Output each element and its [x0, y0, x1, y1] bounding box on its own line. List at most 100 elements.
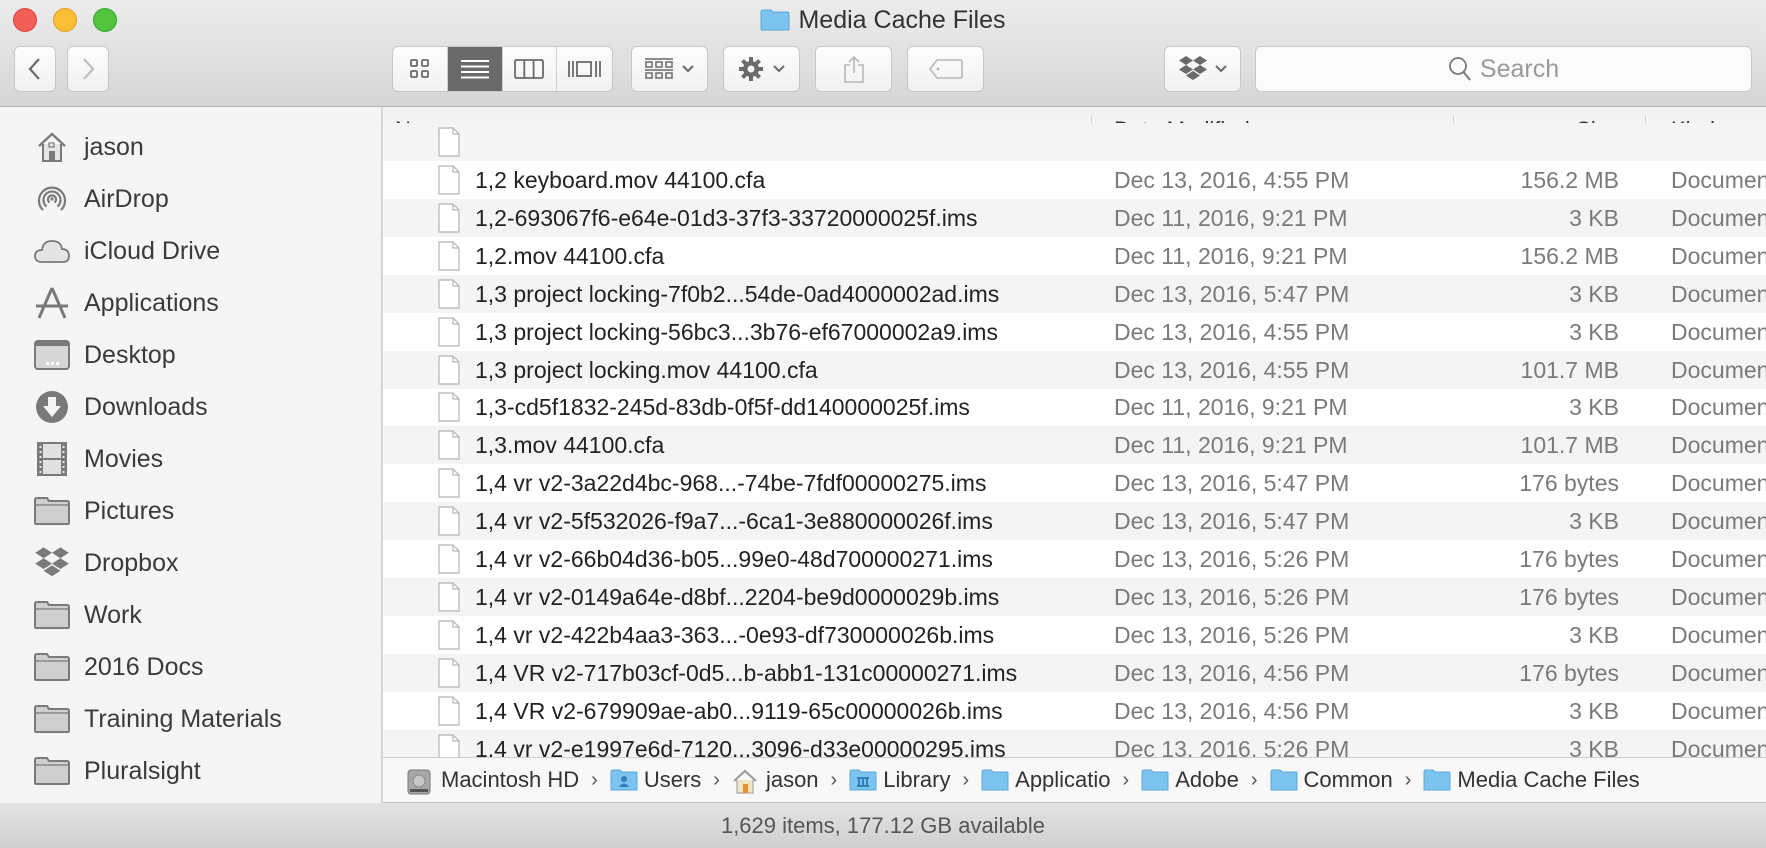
sidebar-item-pluralsight[interactable]: Pluralsight	[34, 751, 201, 791]
folder-icon	[1423, 769, 1451, 791]
path-crumb-jason[interactable]: jason	[732, 767, 819, 794]
table-row[interactable]: 1,3.mov 44100.cfa Dec 11, 2016, 9:21 PM 10…	[383, 426, 1766, 465]
path-crumb-label: Macintosh HD	[441, 767, 580, 792]
back-button[interactable]	[14, 46, 56, 92]
sidebar-item-desktop[interactable]: Desktop	[34, 335, 176, 375]
sidebar-item-applications[interactable]: Applications	[34, 283, 219, 323]
forward-button[interactable]	[67, 46, 109, 92]
dropbox-icon	[34, 545, 70, 581]
sidebar-item-label: Downloads	[84, 392, 208, 421]
path-crumb-macintosh-hd[interactable]: Macintosh HD	[407, 767, 580, 795]
table-row[interactable]: 1,2.mov 44100.cfa Dec 11, 2016, 9:21 PM 15…	[383, 237, 1766, 275]
chevron-down-icon	[681, 65, 694, 73]
file-size: 176 bytes	[1519, 470, 1619, 497]
column-view-button[interactable]	[503, 47, 558, 91]
sidebar-item-2016-docs[interactable]: 2016 Docs	[34, 647, 204, 687]
path-crumb-label: Users	[643, 767, 702, 792]
home-icon	[732, 769, 758, 794]
chevron-right-icon	[83, 58, 95, 80]
sidebar-item-dropbox[interactable]: Dropbox	[34, 543, 179, 583]
file-kind: Documen	[1671, 621, 1766, 648]
dropbox-menu-button[interactable]	[1164, 46, 1241, 92]
list-view-button[interactable]	[447, 47, 503, 91]
file-name: 1,3 project locking-56bc3...3b76-ef67000…	[475, 318, 998, 345]
folder-icon	[1270, 769, 1297, 791]
file-kind: Documen	[1671, 280, 1766, 307]
table-row[interactable]: 1,4 vr v2-5f532026-f9a7...-6ca1-3e880000…	[383, 502, 1766, 541]
table-row[interactable]: 1,3 project locking-56bc3...3b76-ef67000…	[383, 313, 1766, 351]
share-button[interactable]	[815, 46, 892, 92]
column-view-icon	[514, 59, 545, 79]
path-crumb-media-cache-files[interactable]: Media Cache Files	[1423, 767, 1640, 793]
table-row[interactable]: 1,2-693067f6-e64e-01d3-37f3-33720000025f…	[383, 198, 1766, 237]
path-crumb-label: Library	[883, 767, 951, 792]
chevron-left-icon	[28, 58, 40, 80]
folder-icon	[34, 597, 70, 633]
sidebar-item-icloud-drive[interactable]: iCloud Drive	[34, 231, 220, 271]
path-separator: ›	[1404, 768, 1412, 791]
folder-icon	[981, 769, 1009, 791]
path-crumb-applicatio[interactable]: Applicatio	[981, 767, 1111, 793]
table-row[interactable]: 1,4 vr v2-0149a64e-d8bf...2204-be9d00000…	[383, 577, 1766, 616]
users-folder-icon	[610, 769, 638, 791]
file-size: 156.2 MB	[1520, 167, 1619, 193]
tag-button[interactable]	[907, 46, 984, 92]
file-kind: Documen	[1671, 394, 1766, 421]
search-field[interactable]: Search	[1255, 46, 1752, 92]
file-kind: Documen	[1671, 508, 1766, 535]
file-name: 1,3 project locking-7f0b2...54de-0ad4000…	[475, 280, 1000, 307]
sidebar-item-label: Pluralsight	[84, 756, 201, 785]
document-icon	[438, 279, 460, 309]
file-size: 3 KB	[1569, 394, 1619, 421]
icon-view-button[interactable]	[393, 47, 448, 91]
arrange-button[interactable]	[631, 46, 708, 92]
path-crumb-common[interactable]: Common	[1270, 767, 1393, 793]
table-row[interactable]: 1,4 vr v2-3a22d4bc-968...-74be-7fdf00000…	[383, 464, 1766, 502]
path-separator: ›	[1250, 768, 1258, 791]
file-date-modified: Dec 13, 2016, 5:26 PM	[1114, 583, 1350, 610]
gear-icon	[738, 57, 763, 81]
sidebar-item-label: Dropbox	[84, 548, 179, 577]
table-row[interactable]: 1,2 keyboard.mov 44100.cfa Dec 13, 2016, …	[383, 161, 1766, 199]
path-crumb-users[interactable]: Users	[610, 767, 701, 793]
sidebar-item-movies[interactable]: Movies	[34, 439, 163, 479]
table-row-partial[interactable]	[383, 123, 1766, 161]
sidebar-item-work[interactable]: Work	[34, 595, 142, 635]
sidebar-item-training-materials[interactable]: Training Materials	[34, 699, 282, 739]
table-row[interactable]: 1,4 VR v2-717b03cf-0d5...b-abb1-131c0000…	[383, 653, 1766, 692]
document-icon	[438, 241, 460, 271]
sidebar-item-jason[interactable]: jason	[34, 127, 144, 167]
folder-icon	[760, 9, 790, 31]
document-icon	[438, 733, 460, 757]
document-icon	[438, 620, 460, 650]
path-crumb-label: Media Cache Files	[1457, 767, 1640, 792]
cover-flow-button[interactable]	[557, 47, 612, 91]
sidebar-item-label: 2016 Docs	[84, 652, 204, 681]
path-crumb-adobe[interactable]: Adobe	[1141, 767, 1239, 793]
path-separator: ›	[962, 768, 970, 791]
table-row[interactable]: 1,3-cd5f1832-245d-83db-0f5f-dd140000025f…	[383, 388, 1766, 426]
sidebar-item-airdrop[interactable]: AirDrop	[34, 179, 169, 219]
file-kind: Documen	[1671, 470, 1766, 497]
table-row[interactable]: 1,3 project locking-7f0b2...54de-0ad4000…	[383, 274, 1766, 313]
file-name: 1,4 vr v2-66b04d36-b05...99e0-48d7000002…	[475, 546, 993, 572]
home-icon	[34, 129, 70, 165]
table-row[interactable]: 1,4 VR v2-679909ae-ab0...9119-65c0000002…	[383, 692, 1766, 730]
file-date-modified: Dec 11, 2016, 9:21 PM	[1114, 432, 1348, 459]
file-date-modified: Dec 13, 2016, 4:55 PM	[1114, 356, 1350, 383]
table-row[interactable]: 1,4 vr v2-422b4aa3-363...-0e93-df7300000…	[383, 616, 1766, 654]
sidebar-item-label: Pictures	[84, 496, 175, 525]
table-row[interactable]: 1,3 project locking.mov 44100.cfa Dec 13,…	[383, 350, 1766, 389]
file-date-modified: Dec 13, 2016, 5:26 PM	[1114, 735, 1350, 758]
path-crumb-library[interactable]: Library	[849, 767, 950, 793]
sidebar-item-pictures[interactable]: Pictures	[34, 491, 174, 531]
table-row[interactable]: 1,4 vr v2-66b04d36-b05...99e0-48d7000002…	[383, 540, 1766, 578]
file-kind: Documen	[1671, 583, 1766, 610]
sidebar-item-downloads[interactable]: Downloads	[34, 387, 208, 427]
file-size: 176 bytes	[1519, 583, 1619, 610]
file-size: 3 KB	[1569, 318, 1619, 345]
action-button[interactable]	[723, 46, 800, 92]
file-date-modified: Dec 13, 2016, 5:47 PM	[1114, 470, 1350, 497]
library-folder-icon	[849, 769, 877, 791]
table-row[interactable]: 1,4 vr v2-e1997e6d-7120...3096-d33e00000…	[383, 729, 1766, 758]
